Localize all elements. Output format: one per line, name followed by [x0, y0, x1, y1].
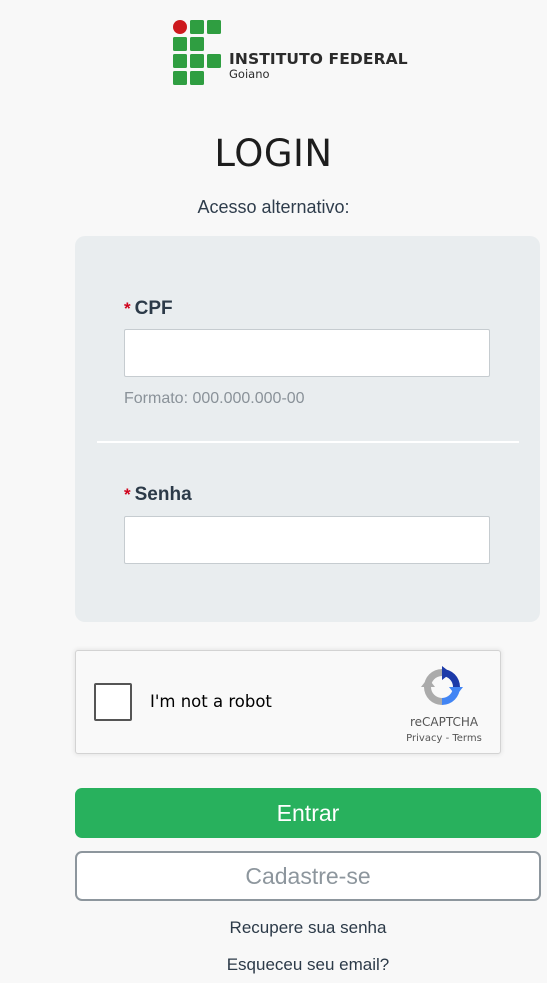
field-divider: [97, 441, 519, 443]
logo-text: INSTITUTO FEDERAL Goiano: [229, 50, 408, 80]
page-title: LOGIN: [214, 132, 333, 175]
forgot-email-link[interactable]: Esqueceu seu email?: [0, 955, 547, 975]
cpf-format-hint: Formato: 000.000.000-00: [124, 390, 305, 407]
register-button[interactable]: Cadastre-se: [75, 851, 541, 901]
recaptcha-links-separator: -: [442, 733, 453, 744]
recaptcha-widget: I'm not a robot reCAPTCHA Privacy - Term…: [75, 650, 501, 754]
login-button[interactable]: Entrar: [75, 788, 541, 838]
login-form-panel: * CPF Formato: 000.000.000-00 * Senha: [75, 236, 540, 622]
password-label: * Senha: [124, 484, 192, 506]
password-label-text: Senha: [134, 484, 192, 505]
alternative-access-label: Acesso alternativo:: [197, 197, 350, 217]
recaptcha-terms-link[interactable]: Terms: [452, 733, 481, 744]
cpf-label: * CPF: [124, 298, 173, 320]
institution-logo: INSTITUTO FEDERAL Goiano: [173, 20, 433, 90]
password-input[interactable]: [124, 516, 490, 564]
logo-subtitle: Goiano: [229, 67, 270, 81]
recaptcha-logo-icon: [421, 666, 463, 705]
recaptcha-label: I'm not a robot: [150, 692, 272, 711]
recaptcha-brand: reCAPTCHA: [409, 715, 479, 729]
cpf-input[interactable]: [124, 329, 490, 377]
logo-grid-icon: [173, 20, 221, 85]
recaptcha-links: Privacy - Terms: [394, 733, 494, 744]
recaptcha-privacy-link[interactable]: Privacy: [406, 733, 442, 744]
required-mark: *: [124, 485, 131, 504]
logo-title: INSTITUTO FEDERAL: [229, 50, 408, 68]
recaptcha-checkbox[interactable]: [94, 683, 132, 721]
required-mark: *: [124, 299, 131, 318]
cpf-label-text: CPF: [134, 298, 173, 319]
recover-password-link[interactable]: Recupere sua senha: [0, 918, 547, 938]
